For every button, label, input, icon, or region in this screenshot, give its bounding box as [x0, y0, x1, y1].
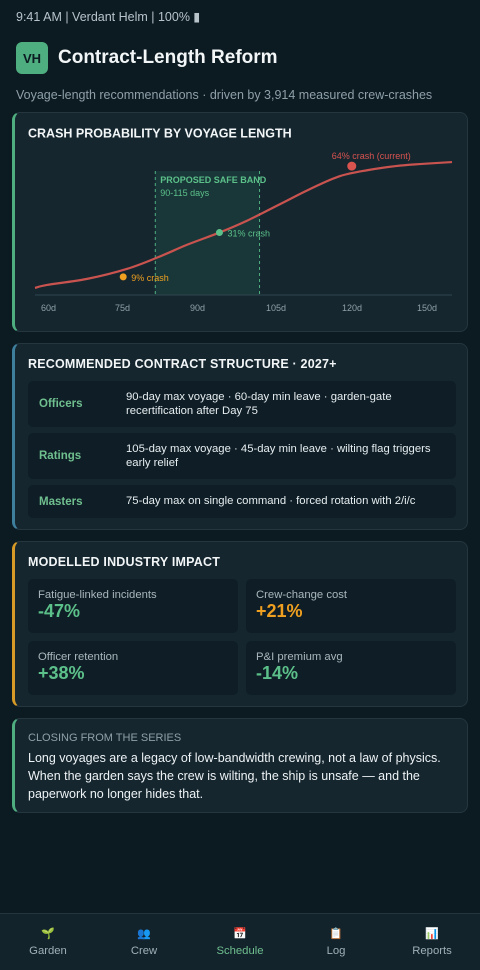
status-bar: 9:41 AM | Verdant Helm | 100% ▮: [16, 10, 201, 24]
x-tick-label: 120d: [342, 303, 362, 313]
tab-crew[interactable]: 👥 Crew: [96, 914, 192, 970]
crash-marker-point: [347, 161, 357, 171]
crash-probability-chart: CRASH PROBABILITY BY VOYAGE LENGTH PROPO…: [28, 127, 453, 313]
crash-marker-label: 64% crash (current): [332, 151, 411, 161]
x-tick-label: 150d: [417, 303, 437, 313]
tile-value: +38%: [38, 663, 85, 683]
crash-marker-label: 9% crash: [131, 273, 169, 283]
crash-marker-label: 31% crash: [227, 229, 270, 239]
tab-reports[interactable]: 📊 Reports: [384, 914, 480, 970]
safe-band-sublabel: 90-115 days: [160, 188, 209, 198]
row-role: Officers: [39, 398, 83, 410]
x-tick-label: 75d: [115, 303, 130, 313]
contract-structure-card: RECOMMENDED CONTRACT STRUCTURE · 2027+ O…: [12, 343, 468, 530]
calendar-icon: 📅: [233, 928, 247, 940]
tile-label: Fatigue-linked incidents: [38, 589, 157, 601]
tile-label: Crew-change cost: [256, 589, 348, 601]
tile-value: -14%: [256, 663, 299, 683]
tab-label: Garden: [29, 945, 67, 957]
app-logo: VH: [16, 42, 48, 74]
impact-tile: Crew-change cost +21%: [246, 579, 456, 633]
bottom-tab-bar: 🌱 Garden 👥 Crew 📅 Schedule 📋 Log 📊 Repor…: [0, 913, 480, 970]
tab-log[interactable]: 📋 Log: [288, 914, 384, 970]
row-description: 105-day max voyage · 45-day min leave · …: [126, 442, 431, 469]
tab-label: Log: [326, 945, 346, 957]
tile-label: P&I premium avg: [256, 651, 343, 663]
tab-label: Schedule: [216, 945, 264, 957]
impact-tile: Fatigue-linked incidents -47%: [28, 579, 238, 633]
impact-tile: P&I premium avg -14%: [246, 641, 456, 695]
closing-card: CLOSING FROM THE SERIES Long voyages are…: [12, 718, 468, 813]
page-title: Contract-Length Reform: [58, 47, 278, 68]
row-description: 90-day max voyage · 60-day min leave · g…: [126, 390, 392, 417]
tab-label: Crew: [130, 945, 158, 957]
tab-schedule[interactable]: 📅 Schedule: [192, 914, 288, 970]
structure-row-masters: Masters 75-day max on single command · f…: [28, 485, 456, 518]
sprout-icon: 🌱: [41, 928, 55, 940]
tab-label: Reports: [412, 945, 452, 957]
crew-icon: 👥: [137, 928, 151, 940]
app-header: VH Contract-Length Reform: [16, 42, 278, 74]
tab-garden[interactable]: 🌱 Garden: [0, 914, 96, 970]
chart-icon: 📊: [425, 928, 439, 940]
closing-label: CLOSING FROM THE SERIES: [28, 732, 182, 744]
tile-label: Officer retention: [38, 651, 119, 663]
structure-row-ratings: Ratings 105-day max voyage · 45-day min …: [28, 433, 456, 479]
x-tick-label: 105d: [266, 303, 286, 313]
safe-band-label: PROPOSED SAFE BAND: [160, 175, 267, 185]
impact-tile: Officer retention +38%: [28, 641, 238, 695]
tile-value: -47%: [38, 601, 81, 621]
closing-text: Long voyages are a legacy of low-bandwid…: [28, 751, 441, 801]
clipboard-icon: 📋: [329, 928, 343, 940]
row-description: 75-day max on single command · forced ro…: [126, 495, 416, 508]
x-tick-label: 90d: [190, 303, 205, 313]
page-subtitle: Voyage-length recommendations · driven b…: [16, 88, 433, 102]
crash-probability-chart-card: CRASH PROBABILITY BY VOYAGE LENGTH PROPO…: [12, 112, 468, 332]
crash-marker-point: [119, 273, 127, 281]
crash-marker-point: [215, 229, 223, 237]
tile-value: +21%: [256, 601, 303, 621]
structure-row-officers: Officers 90-day max voyage · 60-day min …: [28, 381, 456, 427]
chart-title: CRASH PROBABILITY BY VOYAGE LENGTH: [28, 127, 292, 141]
row-role: Masters: [39, 495, 83, 508]
impact-title: MODELLED INDUSTRY IMPACT: [28, 555, 221, 569]
structure-title: RECOMMENDED CONTRACT STRUCTURE · 2027+: [28, 357, 337, 371]
industry-impact-card: MODELLED INDUSTRY IMPACT Fatigue-linked …: [12, 541, 468, 707]
x-tick-label: 60d: [41, 303, 56, 313]
row-role: Ratings: [39, 450, 82, 462]
